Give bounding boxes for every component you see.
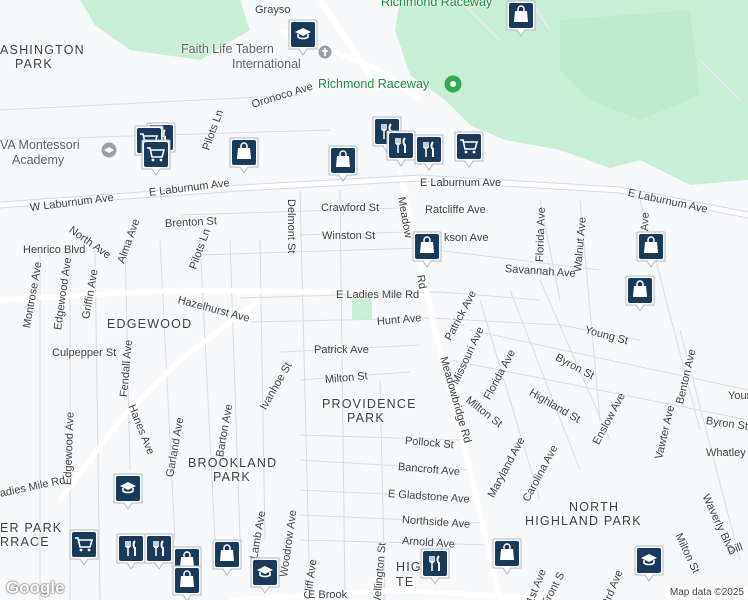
neighborhood-terrace-line2: RRACE xyxy=(0,535,50,549)
map-marker-school[interactable] xyxy=(634,545,664,583)
restaurant-icon xyxy=(116,533,146,570)
school-icon xyxy=(113,473,143,510)
map-marker-store[interactable] xyxy=(328,145,358,183)
restaurant-icon xyxy=(420,548,450,585)
restaurant-icon xyxy=(386,130,416,167)
restaurant-icon xyxy=(144,533,174,570)
store-icon xyxy=(412,231,442,268)
neighborhood-highland-terrace-line2: TE xyxy=(396,575,415,589)
neighborhood-highland-terrace-line1: HIG xyxy=(396,560,422,574)
neighborhood-providence-park-line1: PROVIDENCE xyxy=(322,397,417,411)
street-crawford: Crawford St xyxy=(321,202,380,214)
poi-richmond-raceway: Richmond Raceway xyxy=(318,77,430,91)
restaurant-icon xyxy=(414,134,444,171)
map-marker-restaurant[interactable] xyxy=(144,533,174,571)
poi-richmond-raceway-top: Richmond Raceway xyxy=(381,0,493,9)
map-marker-school[interactable] xyxy=(113,473,143,511)
map-marker-school[interactable] xyxy=(288,19,318,57)
street-florida-top: Florida Ave xyxy=(534,206,548,263)
store-icon xyxy=(492,538,522,575)
neighborhood-washington-park-line2: PARK xyxy=(15,57,53,71)
school-icon xyxy=(288,19,318,56)
map-marker-store[interactable] xyxy=(506,0,536,38)
street-ratcliffe: Ratcliffe Ave xyxy=(425,204,486,216)
street-brenton: Brenton St xyxy=(164,215,218,230)
store-icon xyxy=(172,565,202,600)
map-marker-store[interactable] xyxy=(229,137,259,175)
street-grayson: Grayso xyxy=(255,4,291,16)
grocery-icon xyxy=(454,131,484,168)
map-marker-store[interactable] xyxy=(172,565,202,600)
map-marker-restaurant[interactable] xyxy=(420,548,450,586)
school-pin-icon[interactable] xyxy=(101,142,117,158)
poi-va-montessori-line1: VA Montessori xyxy=(0,138,80,152)
map-marker-grocery[interactable] xyxy=(454,131,484,169)
grocery-icon xyxy=(69,529,99,566)
store-icon xyxy=(328,145,358,182)
store-icon xyxy=(506,0,536,37)
neighborhood-north-highland-park-line1: NORTH xyxy=(569,500,620,514)
map-marker-grocery[interactable] xyxy=(141,139,171,177)
store-icon xyxy=(625,275,655,312)
map-marker-store[interactable] xyxy=(492,538,522,576)
school-icon xyxy=(250,557,280,594)
street-ave-right: Ave xyxy=(639,212,652,232)
store-icon xyxy=(229,137,259,174)
street-e-ladies-mile: E Ladies Mile Rd xyxy=(336,289,420,301)
street-whatley: Whatley xyxy=(706,447,746,459)
school-icon xyxy=(634,545,664,582)
map-marker-store[interactable] xyxy=(625,275,655,313)
map-marker-store[interactable] xyxy=(412,231,442,269)
street-patrick: Patrick Ave xyxy=(314,344,369,356)
neighborhood-edgewood: EDGEWOOD xyxy=(107,317,193,331)
place-of-worship-icon[interactable] xyxy=(318,45,332,59)
map-marker-restaurant[interactable] xyxy=(386,130,416,168)
neighborhood-north-highland-park-line2: HIGHLAND PARK xyxy=(525,514,642,528)
street-e-brook: E Brook xyxy=(308,589,348,600)
neighborhood-washington-park-line1: ASHINGTON xyxy=(0,43,85,57)
street-e-laburnum-mid: E Laburnum Ave xyxy=(420,177,502,189)
street-henrico: Henrico Blvd xyxy=(23,244,86,256)
neighborhood-providence-park-line2: PARK xyxy=(347,411,385,425)
poi-faith-life-line2: International xyxy=(232,57,301,71)
map-marker-store[interactable] xyxy=(212,539,242,577)
street-winston: Winston St xyxy=(322,230,376,242)
map-marker-grocery[interactable] xyxy=(69,529,99,567)
street-youn: Youn xyxy=(728,390,748,402)
grocery-icon xyxy=(141,139,171,176)
store-icon xyxy=(212,539,242,576)
neighborhood-brookland-park-line2: PARK xyxy=(213,470,251,484)
street-culpepper: Culpepper St xyxy=(52,347,117,359)
store-icon xyxy=(636,231,666,268)
neighborhood-brookland-park-line1: BROOKLAND xyxy=(188,456,278,470)
street-delmont: Delmont St xyxy=(285,199,297,254)
google-logo: Google xyxy=(6,578,65,597)
map-marker-school[interactable] xyxy=(250,557,280,595)
map-marker-restaurant[interactable] xyxy=(116,533,146,571)
map-marker-store[interactable] xyxy=(636,231,666,269)
raceway-pin-icon[interactable] xyxy=(444,75,462,93)
poi-faith-life-line1: Faith Life Tabern xyxy=(181,42,274,56)
poi-va-montessori-line2: Academy xyxy=(12,153,65,167)
street-jackson: kson Ave xyxy=(444,232,489,244)
map-canvas[interactable]: ASHINGTON PARK EDGEWOOD PROVIDENCE PARK … xyxy=(0,0,748,600)
map-data-attribution[interactable]: Map data ©2025 xyxy=(665,587,748,598)
neighborhood-terrace-line1: ER PARK xyxy=(0,521,63,535)
map-marker-restaurant[interactable] xyxy=(414,134,444,172)
